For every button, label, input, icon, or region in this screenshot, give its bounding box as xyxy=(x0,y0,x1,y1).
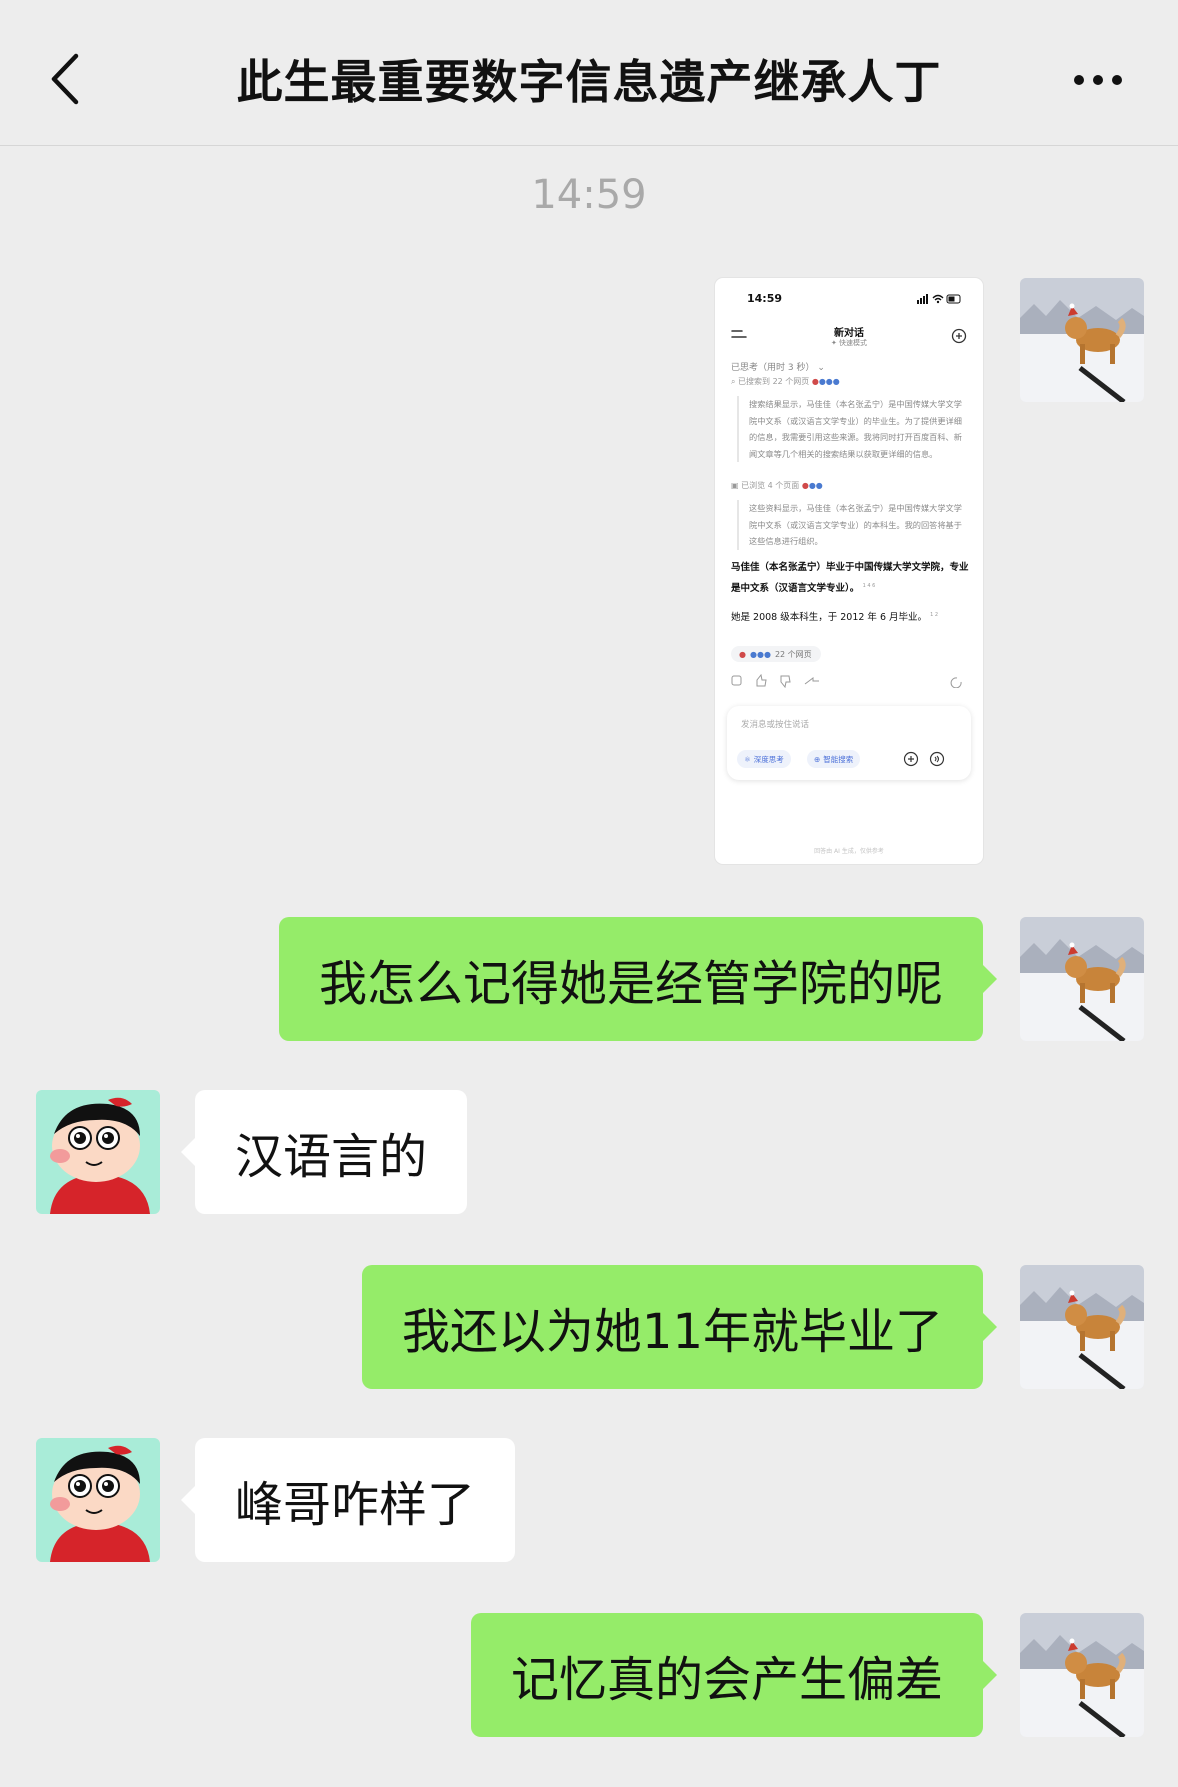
input-placeholder: 发消息或按住说话 xyxy=(741,720,810,730)
answer-actions xyxy=(731,674,962,688)
my-avatar[interactable] xyxy=(1020,1613,1144,1737)
message-bubble-sent[interactable]: 我还以为她11年就毕业了 xyxy=(361,1265,998,1389)
browse-status: ▣ 已浏览 4 个页面 ●●● xyxy=(731,481,823,490)
my-avatar[interactable] xyxy=(1020,278,1144,402)
sources-chip[interactable]: ● ●●● 22 个网页 xyxy=(731,646,821,662)
contact-avatar[interactable] xyxy=(36,1090,160,1214)
my-avatar[interactable] xyxy=(1020,917,1144,1041)
new-chat-icon[interactable] xyxy=(951,328,967,344)
voice-icon[interactable] xyxy=(929,751,945,767)
back-button[interactable] xyxy=(40,44,90,114)
cartoon-boy-avatar-image xyxy=(36,1438,160,1562)
thinking-status: 已思考（用时 3 秒） ⌄ xyxy=(731,363,825,373)
more-dots-icon xyxy=(1074,75,1084,85)
more-options-button[interactable] xyxy=(1058,60,1138,100)
deep-think-chip[interactable]: ⚛ 深度思考 xyxy=(737,750,791,768)
reasoning-quote-1: 搜索结果显示，马佳佳（本名张孟宁）是中国传媒大学文学院中文系（或汉语言文学专业）… xyxy=(737,396,967,462)
reasoning-quote-2: 这些资料显示，马佳佳（本名张孟宁）是中国传媒大学文学院中文系（或汉语言文学专业）… xyxy=(737,500,967,550)
cartoon-boy-avatar-image xyxy=(36,1090,160,1214)
dog-avatar-image xyxy=(1020,278,1144,402)
message-timestamp: 14:59 xyxy=(531,172,647,218)
status-icons xyxy=(917,294,961,304)
screenshot-mode: ✦ 快速模式 xyxy=(830,339,868,347)
chat-title: 此生最重要数字信息遗产继承人丁 xyxy=(236,55,942,109)
plus-icon[interactable] xyxy=(903,751,919,767)
message-bubble-sent[interactable]: 记忆真的会产生偏差 xyxy=(470,1613,998,1737)
dog-avatar-image xyxy=(1020,1613,1144,1737)
dog-avatar-image xyxy=(1020,917,1144,1041)
ai-disclaimer: 回答由 AI 生成，仅供参考 xyxy=(814,848,884,855)
status-time: 14:59 xyxy=(747,292,783,305)
message-bubble-received[interactable]: 汉语言的 xyxy=(180,1090,468,1214)
screenshot-chat-title: 新对话 xyxy=(834,328,864,339)
shared-screenshot-image[interactable]: 14:59 新对话 ✦ 快速模式 已思考（用时 3 秒） ⌄ ⌕ 已搜索到 22… xyxy=(715,278,983,864)
nav-bar: 此生最重要数字信息遗产继承人丁 xyxy=(0,0,1178,146)
smart-search-chip[interactable]: ⊕ 智能搜索 xyxy=(807,750,861,768)
message-bubble-received[interactable]: 峰哥咋样了 xyxy=(180,1438,516,1562)
dog-avatar-image xyxy=(1020,1265,1144,1389)
my-avatar[interactable] xyxy=(1020,1265,1144,1389)
message-bubble-sent[interactable]: 我怎么记得她是经管学院的呢 xyxy=(278,917,998,1041)
answer-paragraph-2: 她是 2008 级本科生，于 2012 年 6 月毕业。 1 2 xyxy=(731,612,939,624)
message-input-box[interactable]: 发消息或按住说话 ⚛ 深度思考 ⊕ 智能搜索 xyxy=(727,706,971,780)
chevron-left-icon xyxy=(51,53,79,105)
answer-paragraph-1: 马佳佳（本名张孟宁）毕业于中国传媒大学文学院，专业是中文系（汉语言文学专业）。 … xyxy=(731,562,969,595)
search-status: ⌕ 已搜索到 22 个网页 ●●●● xyxy=(731,377,840,386)
contact-avatar[interactable] xyxy=(36,1438,160,1562)
